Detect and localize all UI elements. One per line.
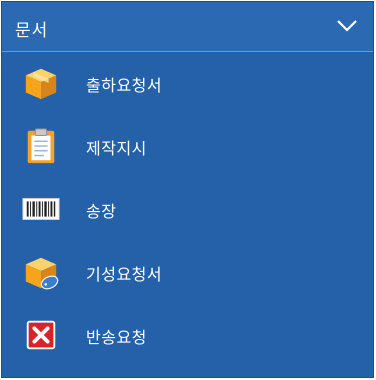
menu-item-shipping-request[interactable]: 출하요청서 — [2, 52, 373, 114]
menu-item-label: 출하요청서 — [86, 76, 163, 95]
menu-item-label: 반송요청 — [86, 328, 147, 347]
menu-item-invoice[interactable]: 송장 — [2, 178, 373, 240]
box-icon — [25, 68, 57, 100]
barcode-icon — [22, 198, 60, 220]
menu-item-progress-billing[interactable]: 기성요청서 — [2, 241, 373, 303]
box-tag-icon — [25, 257, 59, 290]
close-icon — [26, 320, 56, 350]
document-menu: 출하요청서 제작지시 송장 기성요청서 반송요청 — [2, 52, 373, 377]
clipboard-icon — [27, 128, 55, 164]
chevron-down-icon[interactable] — [335, 17, 359, 35]
menu-item-label: 기성요청서 — [86, 265, 163, 284]
documents-panel: 문서 출하요청서 제작지시 송장 기성요청서 반송요청 — [1, 1, 374, 378]
menu-item-label: 제작지시 — [86, 139, 147, 158]
panel-title: 문서 — [15, 21, 49, 41]
panel-header[interactable]: 문서 — [2, 2, 373, 52]
menu-item-label: 송장 — [86, 202, 117, 221]
menu-item-return-request[interactable]: 반송요청 — [2, 304, 373, 366]
menu-item-production-order[interactable]: 제작지시 — [2, 115, 373, 177]
